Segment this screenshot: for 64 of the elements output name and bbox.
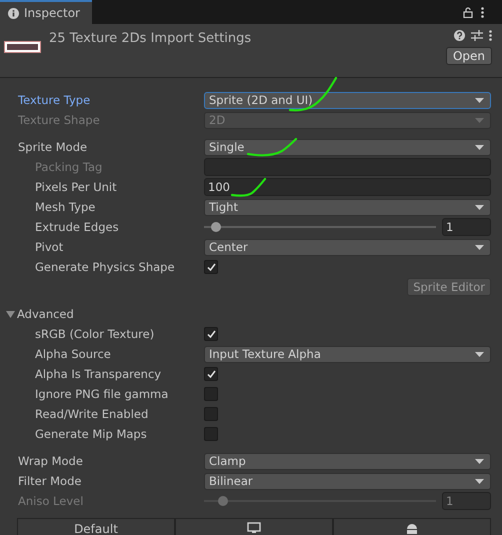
field-label: Packing Tag <box>34 160 102 174</box>
menu-icon[interactable] <box>489 30 492 41</box>
platform-tab[interactable]: Default <box>17 518 175 535</box>
tab-label: Inspector <box>24 6 80 20</box>
field-label: Aniso Level <box>17 494 84 508</box>
field-label: Generate Mip Maps <box>34 427 147 441</box>
open-button[interactable]: Open <box>446 47 492 65</box>
caret-icon <box>475 352 484 356</box>
field-label: Pixels Per Unit <box>34 180 117 194</box>
field-label: Alpha Is Transparency <box>34 367 162 381</box>
settings-sliders-icon[interactable] <box>471 30 483 41</box>
checkbox[interactable] <box>204 367 218 381</box>
caret-icon <box>475 118 484 122</box>
dropdown[interactable]: Sprite (2D and UI) <box>204 92 491 108</box>
dropdown[interactable]: Tight <box>204 198 491 216</box>
field-label: Read/Write Enabled <box>34 407 148 421</box>
field-label: sRGB (Color Texture) <box>34 327 154 341</box>
menu-icon[interactable] <box>481 6 484 18</box>
checkbox[interactable] <box>204 427 218 441</box>
lock-icon[interactable] <box>463 6 473 18</box>
help-icon[interactable] <box>454 30 465 41</box>
input-field[interactable] <box>204 158 491 176</box>
platform-tab[interactable] <box>333 518 491 535</box>
dropdown[interactable]: Input Texture Alpha <box>204 346 491 362</box>
caret-icon <box>475 144 484 150</box>
slider-handle[interactable] <box>210 222 221 232</box>
checkbox[interactable] <box>204 407 218 421</box>
dropdown[interactable]: Single <box>204 138 491 156</box>
caret-icon <box>475 204 484 210</box>
dropdown[interactable]: Bilinear <box>204 472 491 490</box>
dropdown[interactable]: Clamp <box>204 452 491 470</box>
monitor-icon <box>247 522 261 534</box>
field-label: Generate Physics Shape <box>34 260 175 274</box>
pen-stroke <box>246 138 298 156</box>
checkbox[interactable] <box>204 327 218 341</box>
field-label: Extrude Edges <box>34 220 119 234</box>
caret-icon <box>475 98 484 102</box>
field-label: Wrap Mode <box>17 454 83 468</box>
pen-stroke <box>230 178 266 197</box>
field-label: Ignore PNG file gamma <box>34 387 168 401</box>
checkbox[interactable] <box>204 387 218 401</box>
dropdown[interactable]: Center <box>204 238 491 256</box>
info-icon <box>8 8 19 18</box>
check-icon <box>206 370 216 378</box>
caret-icon <box>475 478 484 484</box>
check-icon <box>206 330 216 338</box>
field-label: Alpha Source <box>34 347 111 361</box>
field-label: Texture Type <box>17 93 90 107</box>
field-label: Mesh Type <box>34 200 96 214</box>
texture-thumbnail <box>5 42 40 52</box>
foldout-arrow-icon[interactable] <box>6 310 15 318</box>
inspector-tab[interactable]: Inspector <box>0 0 92 24</box>
input-field[interactable]: 100 <box>204 178 491 196</box>
field-label: Filter Mode <box>17 474 82 488</box>
field-label: Texture Shape <box>17 113 100 127</box>
inspector-title: 25 Texture 2Ds Import Settings <box>49 31 252 48</box>
caret-icon <box>475 244 484 250</box>
foldout-label[interactable]: Advanced <box>17 307 74 321</box>
checkbox[interactable] <box>204 260 218 274</box>
field-label: Sprite Mode <box>17 140 88 154</box>
field-label: Pivot <box>34 240 64 254</box>
caret-icon <box>475 458 484 464</box>
number-field[interactable]: 1 <box>442 218 491 236</box>
check-icon <box>206 263 216 271</box>
